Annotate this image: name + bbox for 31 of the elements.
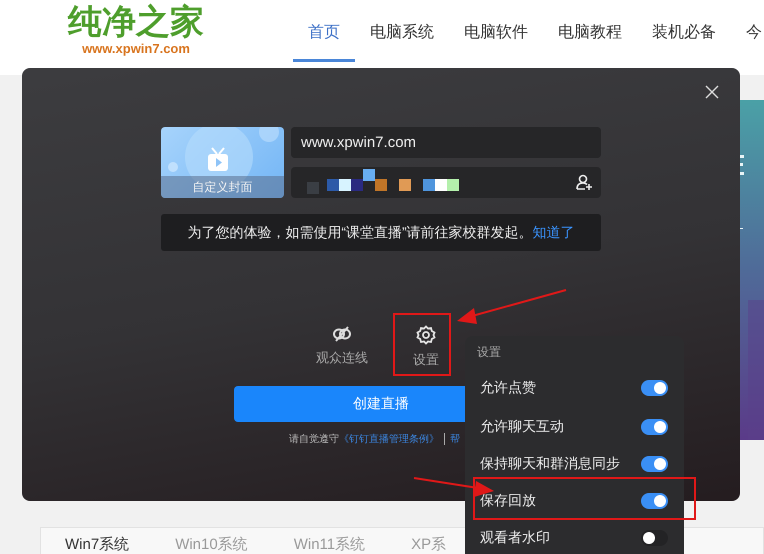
nav-tab[interactable]: 首页 <box>293 0 355 62</box>
category-tab[interactable]: Win7系统 <box>65 528 130 554</box>
close-icon[interactable] <box>705 85 719 99</box>
toggle-switch[interactable] <box>641 530 668 546</box>
logo-title[interactable]: 纯净之家 <box>68 2 204 42</box>
rules-link[interactable]: 《钉钉直播管理条例》 <box>339 432 439 446</box>
toggle-switch[interactable] <box>641 456 668 472</box>
toggle-switch[interactable] <box>641 492 668 508</box>
settings-button[interactable]: 设置 <box>406 325 446 369</box>
add-user-icon[interactable] <box>576 174 593 191</box>
notice-text: 为了您的体验，如需使用“课堂直播”请前往家校群发起。 <box>187 224 533 242</box>
setting-label: 保持聊天和群消息同步 <box>480 454 620 472</box>
nav-tab[interactable]: 电脑软件 <box>449 0 543 62</box>
menu-title: 设置 <box>477 345 502 359</box>
toggle-switch[interactable] <box>641 380 668 396</box>
setting-label: 观看者水印 <box>480 528 550 546</box>
nav-tab[interactable]: 装机必备 <box>637 0 731 62</box>
link-off-icon <box>332 325 352 343</box>
audience-link-button[interactable]: 观众连线 <box>316 325 368 369</box>
annotation-box <box>393 313 451 376</box>
title-field[interactable]: www.xpwin7.com <box>291 127 601 158</box>
nav-tab[interactable]: 电脑教程 <box>543 0 637 62</box>
toggle-switch[interactable] <box>641 418 668 434</box>
dismiss-link[interactable]: 知道了 <box>532 224 575 242</box>
nav-tab[interactable]: 电脑系统 <box>355 0 449 62</box>
settings-icon <box>416 325 436 345</box>
setting-label: 保存回放 <box>480 492 536 510</box>
nav-tab[interactable]: 今 <box>731 0 762 62</box>
help-link[interactable]: 帮 <box>450 432 460 446</box>
footer-text: 请自觉遵守 <box>289 432 339 446</box>
logo-url: www.xpwin7.com <box>82 42 190 56</box>
